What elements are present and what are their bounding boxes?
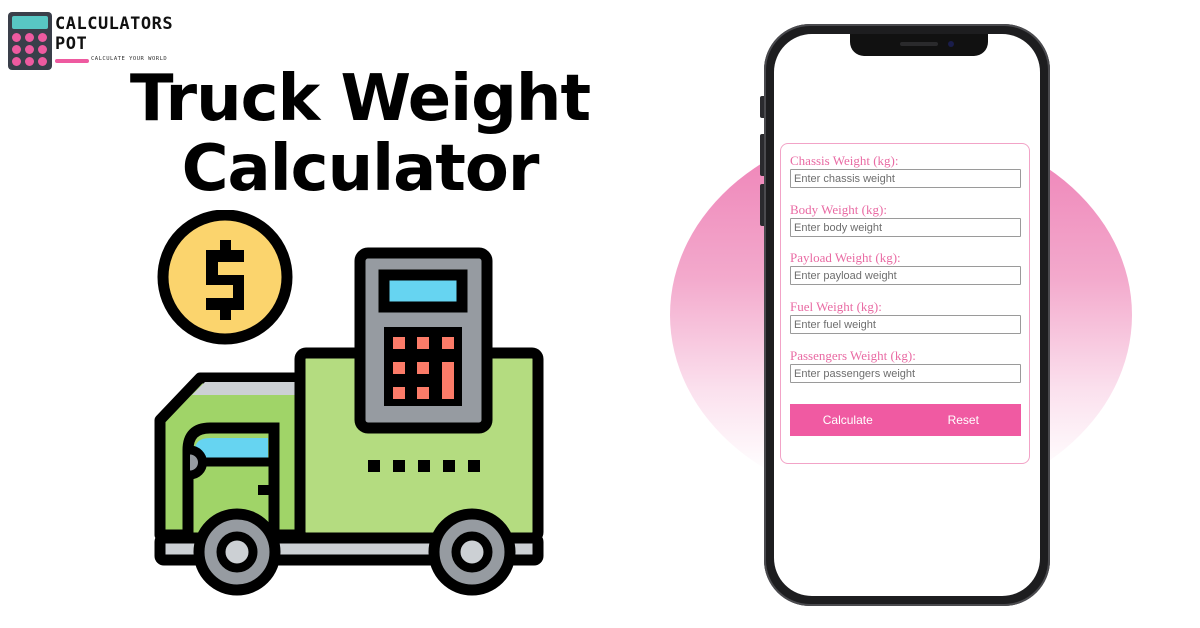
page-title: Truck Weight Calculator [60,64,660,204]
phone-mockup: Chassis Weight (kg): Body Weight (kg): P… [760,24,1050,606]
body-weight-field: Body Weight (kg): [790,203,1022,237]
payload-weight-label: Payload Weight (kg): [790,250,901,265]
speaker-icon [900,42,938,46]
phone-screen: Chassis Weight (kg): Body Weight (kg): P… [774,34,1040,596]
fuel-weight-input[interactable] [790,315,1021,334]
fuel-weight-field: Fuel Weight (kg): [790,300,1022,334]
logo-key [38,45,47,54]
logo-key [12,57,21,66]
brand-name: CALCULATORS POT [55,14,173,54]
logo-key [25,57,34,66]
calculate-button[interactable]: Calculate [790,404,906,436]
wheel-icon [428,508,516,596]
passengers-weight-label: Passengers Weight (kg): [790,348,916,363]
logo-screen [12,16,48,29]
payload-weight-field: Payload Weight (kg): [790,251,1022,285]
truck-weight-form: Chassis Weight (kg): Body Weight (kg): P… [780,143,1030,464]
phone-mute-switch [760,96,764,118]
calculator-icon [354,247,493,434]
page-title-line2: Calculator [181,132,540,206]
passengers-weight-field: Passengers Weight (kg): [790,349,1022,383]
form-actions: Calculate Reset [790,404,1021,436]
logo-key [38,57,47,66]
logo-key [12,33,21,42]
phone-notch [850,34,988,56]
body-weight-input[interactable] [790,218,1021,237]
phone-volume-up-button [760,134,764,176]
reset-button[interactable]: Reset [906,404,1022,436]
logo-key [25,33,34,42]
truck-illustration [154,210,544,596]
calculator-logo-icon [8,12,52,70]
brand-name-line2: POT [55,34,88,54]
dollar-coin-icon [157,210,293,345]
chassis-weight-input[interactable] [790,169,1021,188]
chassis-weight-field: Chassis Weight (kg): [790,154,1022,188]
payload-weight-input[interactable] [790,266,1021,285]
brand-underline [55,59,89,63]
passengers-weight-input[interactable] [790,364,1021,383]
body-weight-label: Body Weight (kg): [790,202,887,217]
fuel-weight-label: Fuel Weight (kg): [790,299,882,314]
logo-key [25,45,34,54]
camera-icon [948,41,954,47]
logo-key [12,45,21,54]
chassis-weight-label: Chassis Weight (kg): [790,153,899,168]
logo-key [38,33,47,42]
phone-volume-down-button [760,184,764,226]
wheel-icon [193,508,281,596]
brand-name-line1: CALCULATORS [55,14,174,34]
page-title-line1: Truck Weight [129,62,591,136]
